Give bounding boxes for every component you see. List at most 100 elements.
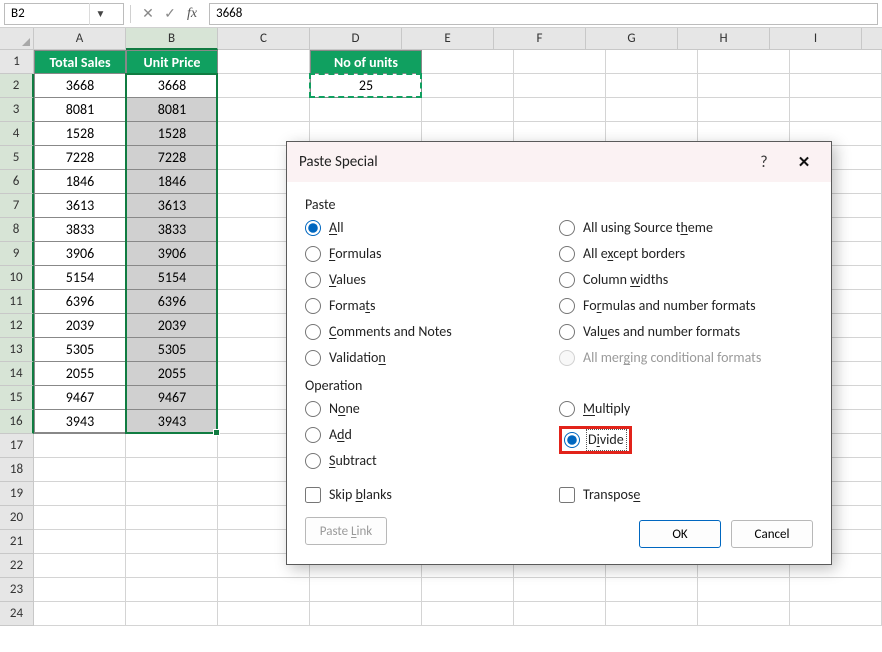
cell-C2[interactable]: [218, 74, 310, 98]
cell-E1[interactable]: [422, 50, 514, 74]
row-header-24[interactable]: 24: [0, 602, 34, 626]
cell-I2[interactable]: [790, 74, 882, 98]
row-header-11[interactable]: 11: [0, 290, 34, 314]
radio-paste-formats[interactable]: Formats: [305, 297, 559, 315]
row-header-4[interactable]: 4: [0, 122, 34, 146]
radio-input-formulas[interactable]: [305, 246, 321, 262]
cell-D24[interactable]: [310, 602, 422, 626]
name-box-input[interactable]: [5, 6, 89, 21]
cancel-button[interactable]: Cancel: [731, 520, 813, 548]
cell-B15[interactable]: 9467: [126, 386, 218, 410]
cell-B8[interactable]: 3833: [126, 218, 218, 242]
row-header-18[interactable]: 18: [0, 458, 34, 482]
cell-I1[interactable]: [790, 50, 882, 74]
radio-paste-valnum[interactable]: Values and number formats: [559, 323, 813, 341]
radio-paste-formnum[interactable]: Formulas and number formats: [559, 297, 813, 315]
cell-B5[interactable]: 7228: [126, 146, 218, 170]
column-header-E[interactable]: E: [402, 28, 494, 50]
cell-A8[interactable]: 3833: [34, 218, 126, 242]
column-header-J[interactable]: J: [862, 28, 882, 50]
cell-C23[interactable]: [218, 578, 310, 602]
radio-input-none[interactable]: [305, 401, 321, 417]
cell-A1[interactable]: Total Sales: [34, 50, 126, 74]
radio-paste-widths[interactable]: Column widths: [559, 271, 813, 289]
cell-C3[interactable]: [218, 98, 310, 122]
column-header-H[interactable]: H: [678, 28, 770, 50]
cell-C1[interactable]: [218, 50, 310, 74]
cell-B2[interactable]: 3668: [126, 74, 218, 98]
cell-B13[interactable]: 5305: [126, 338, 218, 362]
cell-A4[interactable]: 1528: [34, 122, 126, 146]
cell-B19[interactable]: [126, 482, 218, 506]
cell-A19[interactable]: [34, 482, 126, 506]
insert-function-icon[interactable]: fx: [183, 6, 201, 22]
cell-G24[interactable]: [606, 602, 698, 626]
cell-A13[interactable]: 5305: [34, 338, 126, 362]
row-header-2[interactable]: 2: [0, 74, 34, 98]
radio-input-all[interactable]: [305, 220, 321, 236]
radio-paste-formulas[interactable]: Formulas: [305, 245, 559, 263]
cell-G3[interactable]: [606, 98, 698, 122]
row-header-17[interactable]: 17: [0, 434, 34, 458]
row-header-1[interactable]: 1: [0, 50, 34, 74]
radio-operation-add[interactable]: Add: [305, 426, 559, 444]
column-header-C[interactable]: C: [218, 28, 310, 50]
name-box[interactable]: ▼: [4, 3, 124, 25]
radio-paste-theme[interactable]: All using Source theme: [559, 219, 813, 237]
column-header-D[interactable]: D: [310, 28, 402, 50]
cell-H2[interactable]: [698, 74, 790, 98]
column-header-A[interactable]: A: [34, 28, 126, 50]
cell-A10[interactable]: 5154: [34, 266, 126, 290]
skip-blanks-input[interactable]: [305, 487, 321, 503]
radio-input-formnum[interactable]: [559, 298, 575, 314]
radio-operation-divide-highlighted[interactable]: Divide: [559, 426, 813, 454]
cell-B11[interactable]: 6396: [126, 290, 218, 314]
radio-paste-values[interactable]: Values: [305, 271, 559, 289]
cell-B6[interactable]: 1846: [126, 170, 218, 194]
formula-input[interactable]: [209, 3, 878, 25]
cell-A6[interactable]: 1846: [34, 170, 126, 194]
help-button[interactable]: ?: [749, 153, 779, 172]
cell-D23[interactable]: [310, 578, 422, 602]
radio-input-valnum[interactable]: [559, 324, 575, 340]
radio-input-values[interactable]: [305, 272, 321, 288]
transpose-checkbox[interactable]: Transpose: [559, 486, 813, 504]
cancel-entry-icon[interactable]: ✕: [139, 5, 157, 22]
cell-F24[interactable]: [514, 602, 606, 626]
cell-B14[interactable]: 2055: [126, 362, 218, 386]
cell-A22[interactable]: [34, 554, 126, 578]
cell-A23[interactable]: [34, 578, 126, 602]
cell-I23[interactable]: [790, 578, 882, 602]
radio-input-divide[interactable]: [564, 432, 580, 448]
cell-B17[interactable]: [126, 434, 218, 458]
row-header-6[interactable]: 6: [0, 170, 34, 194]
transpose-input[interactable]: [559, 487, 575, 503]
row-header-15[interactable]: 15: [0, 386, 34, 410]
cell-F23[interactable]: [514, 578, 606, 602]
cell-A5[interactable]: 7228: [34, 146, 126, 170]
radio-input-validation[interactable]: [305, 350, 321, 366]
radio-input-exborders[interactable]: [559, 246, 575, 262]
column-header-B[interactable]: B: [126, 28, 218, 50]
cell-A9[interactable]: 3906: [34, 242, 126, 266]
cell-A21[interactable]: [34, 530, 126, 554]
cell-B18[interactable]: [126, 458, 218, 482]
cell-A16[interactable]: 3943: [34, 410, 126, 434]
dialog-titlebar[interactable]: Paste Special ? ✕: [287, 142, 831, 182]
cell-G23[interactable]: [606, 578, 698, 602]
cell-E2[interactable]: [422, 74, 514, 98]
radio-operation-multiply[interactable]: Multiply: [559, 400, 813, 418]
radio-paste-validation[interactable]: Validation: [305, 349, 559, 367]
row-header-8[interactable]: 8: [0, 218, 34, 242]
cell-C24[interactable]: [218, 602, 310, 626]
radio-paste-comments[interactable]: Comments and Notes: [305, 323, 559, 341]
radio-input-comments[interactable]: [305, 324, 321, 340]
cell-E3[interactable]: [422, 98, 514, 122]
cell-G2[interactable]: [606, 74, 698, 98]
cell-H23[interactable]: [698, 578, 790, 602]
row-header-19[interactable]: 19: [0, 482, 34, 506]
cell-B22[interactable]: [126, 554, 218, 578]
cell-A17[interactable]: [34, 434, 126, 458]
ok-button[interactable]: OK: [639, 520, 721, 548]
cell-D3[interactable]: [310, 98, 422, 122]
